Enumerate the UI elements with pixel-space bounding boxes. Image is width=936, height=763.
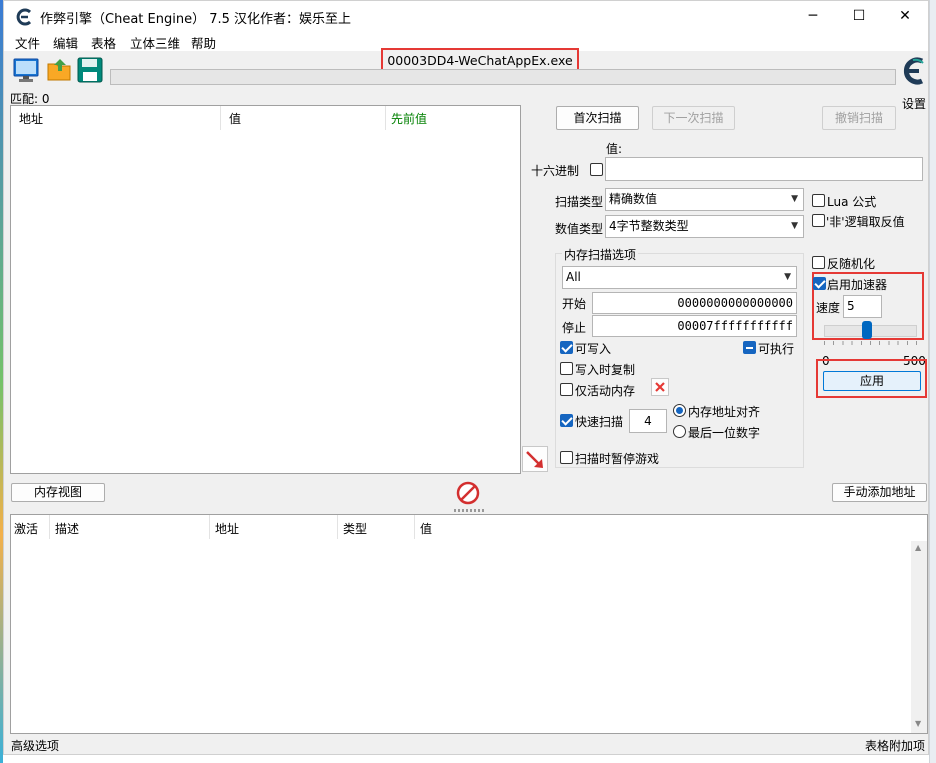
copy-on-write-checkbox[interactable] [560, 362, 573, 375]
open-process-icon[interactable] [12, 56, 40, 84]
first-scan-button[interactable]: 首次扫描 [556, 106, 639, 130]
speed-label: 速度 [816, 301, 841, 315]
not-logic-label: '非'逻辑取反值 [826, 215, 905, 229]
add-to-list-arrow-icon[interactable] [522, 446, 548, 472]
stop-label: 停止 [562, 321, 587, 335]
column-type[interactable]: 类型 [343, 520, 367, 537]
writable-checkbox[interactable] [560, 341, 573, 354]
lua-formula-checkbox[interactable] [812, 194, 825, 207]
enable-speedhack-checkbox[interactable] [813, 277, 826, 290]
last-digits-label: 最后一位数字 [688, 426, 761, 440]
chevron-down-icon: ▼ [791, 221, 798, 231]
memory-region-value: All [566, 270, 581, 284]
scan-type-value: 精确数值 [609, 192, 658, 206]
column-address[interactable]: 地址 [215, 520, 239, 537]
table-extras-link[interactable]: 表格附加项 [865, 737, 925, 754]
active-memory-label: 仅活动内存 [575, 384, 636, 398]
menu-table[interactable]: 表格 [91, 33, 116, 52]
lua-formula-label: Lua 公式 [827, 195, 877, 209]
cheat-engine-logo-icon [16, 8, 32, 26]
column-separator [414, 515, 415, 539]
save-icon[interactable] [76, 56, 104, 84]
scan-progress-bar [110, 69, 896, 85]
minimize-button[interactable]: ─ [790, 1, 836, 31]
advanced-options-link[interactable]: 高级选项 [11, 737, 59, 754]
scan-results-list[interactable]: 地址 值 先前值 [10, 105, 521, 474]
column-separator [220, 106, 221, 130]
randomizer-checkbox[interactable] [812, 256, 825, 269]
speed-slider-thumb[interactable] [862, 321, 873, 339]
executable-checkbox[interactable] [743, 341, 756, 354]
open-file-icon[interactable] [46, 56, 74, 84]
settings-logo-icon[interactable] [899, 53, 927, 91]
close-button[interactable]: ✕ [882, 1, 928, 31]
memory-region-select[interactable]: All ▼ [562, 266, 797, 289]
maximize-button[interactable]: ☐ [836, 1, 882, 31]
column-separator [337, 515, 338, 539]
column-separator [209, 515, 210, 539]
address-list[interactable]: 激活 描述 地址 类型 值 ▲ ▼ [10, 514, 928, 734]
active-memory-checkbox[interactable] [560, 383, 573, 396]
chevron-down-icon: ▼ [791, 194, 798, 204]
background-window-edge [929, 0, 936, 763]
memory-options-title: 内存扫描选项 [562, 246, 639, 263]
scan-type-select[interactable]: 精确数值 ▼ [605, 188, 804, 211]
start-label: 开始 [562, 297, 587, 311]
column-value[interactable]: 值 [420, 520, 432, 537]
column-separator [385, 106, 386, 130]
menu-file[interactable]: 文件 [15, 33, 40, 52]
splitter-grip[interactable] [454, 509, 484, 512]
pause-game-checkbox[interactable] [560, 451, 573, 464]
menu-help[interactable]: 帮助 [191, 33, 216, 52]
scroll-down-icon[interactable]: ▼ [915, 719, 921, 728]
undo-scan-button[interactable]: 撤销扫描 [822, 106, 896, 130]
executable-label: 可执行 [758, 342, 795, 356]
alignment-radio[interactable] [673, 404, 686, 417]
fast-scan-label: 快速扫描 [575, 415, 624, 429]
hex-label: 十六进制 [531, 164, 580, 178]
value-label: 值: [606, 142, 623, 156]
last-digits-radio[interactable] [673, 425, 686, 438]
speed-input[interactable]: 5 [843, 295, 882, 318]
add-address-manually-button[interactable]: 手动添加地址 [832, 483, 927, 502]
cheat-engine-window: 作弊引擎（Cheat Engine） 7.5 汉化作者：娱乐至上 ─ ☐ ✕ 文… [3, 0, 929, 755]
pause-game-label: 扫描时暂停游戏 [575, 452, 660, 466]
value-input[interactable] [605, 157, 923, 181]
hex-checkbox[interactable] [590, 163, 603, 176]
not-logic-checkbox[interactable] [812, 214, 825, 227]
fast-scan-checkbox[interactable] [560, 414, 573, 427]
writable-label: 可写入 [575, 342, 612, 356]
value-type-select[interactable]: 4字节整数类型 ▼ [605, 215, 804, 238]
value-type-label: 数值类型 [555, 222, 604, 236]
scan-type-label: 扫描类型 [555, 195, 604, 209]
memory-view-button[interactable]: 内存视图 [11, 483, 105, 502]
column-value[interactable]: 值 [229, 110, 241, 127]
fast-scan-input[interactable]: 4 [629, 409, 667, 433]
menu-d3d[interactable]: 立体三维 [130, 33, 180, 52]
next-scan-button[interactable]: 下一次扫描 [652, 106, 735, 130]
vertical-scrollbar[interactable]: ▲ ▼ [911, 541, 927, 733]
apply-button[interactable]: 应用 [823, 371, 921, 391]
start-address-input[interactable]: 0000000000000000 [592, 292, 797, 314]
column-separator [49, 515, 50, 539]
menu-edit[interactable]: 编辑 [53, 33, 78, 52]
enable-speedhack-label: 启用加速器 [827, 278, 888, 292]
column-description[interactable]: 描述 [55, 520, 79, 537]
settings-label[interactable]: 设置 [902, 95, 926, 112]
column-previous-value[interactable]: 先前值 [391, 110, 427, 127]
alignment-label: 内存地址对齐 [688, 405, 761, 419]
column-address[interactable]: 地址 [19, 110, 43, 127]
chevron-down-icon: ▼ [784, 272, 791, 282]
scroll-up-icon[interactable]: ▲ [915, 543, 921, 552]
slider-ticks [824, 341, 917, 345]
randomizer-label: 反随机化 [827, 257, 876, 271]
stop-no-entry-icon[interactable] [456, 481, 480, 505]
column-active[interactable]: 激活 [14, 520, 38, 537]
value-type-value: 4字节整数类型 [609, 219, 689, 233]
stop-address-input[interactable]: 00007fffffffffff [592, 315, 797, 337]
copy-on-write-label: 写入时复制 [575, 363, 636, 377]
window-title: 作弊引擎（Cheat Engine） 7.5 汉化作者：娱乐至上 [40, 12, 352, 27]
clear-x-icon[interactable] [651, 378, 669, 396]
